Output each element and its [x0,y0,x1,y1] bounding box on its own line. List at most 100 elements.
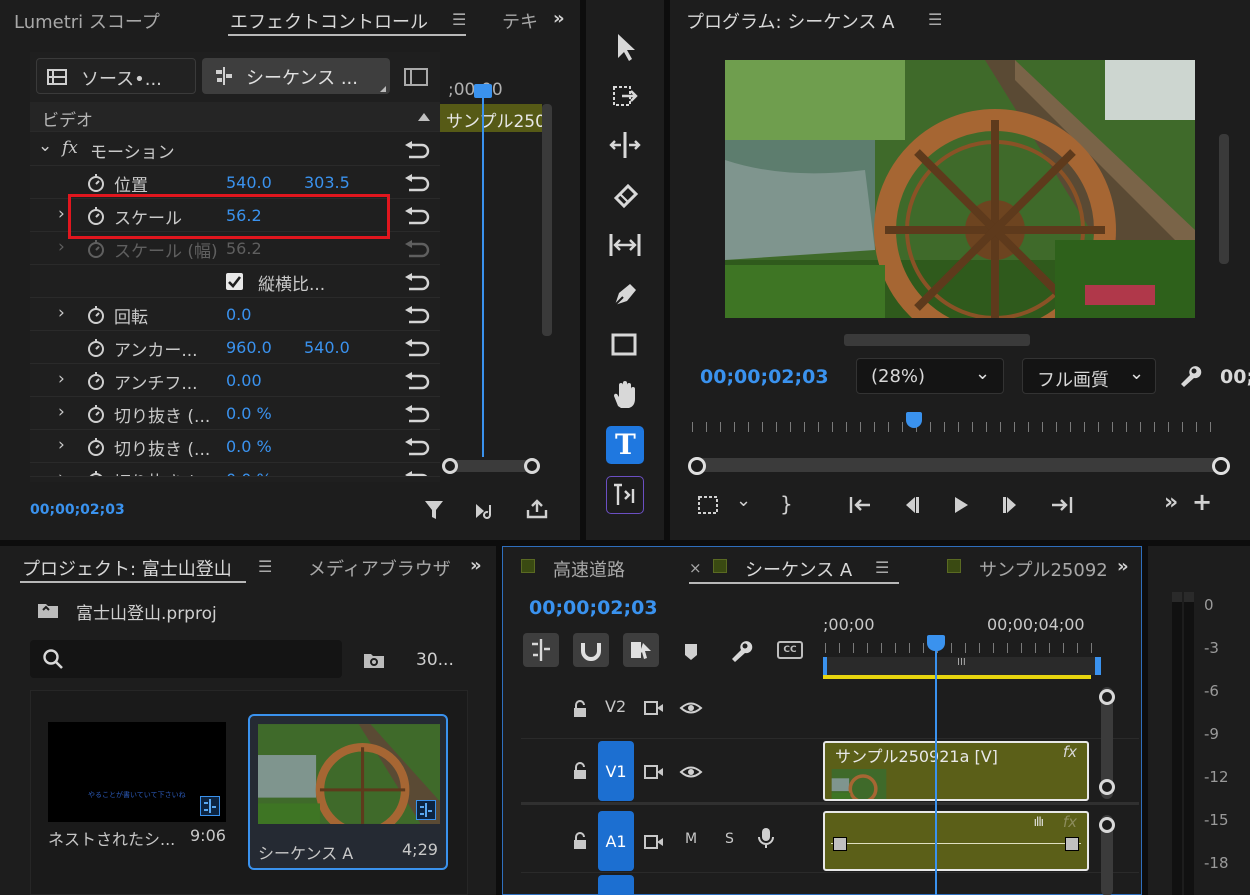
stopwatch-icon[interactable] [86,437,106,457]
program-hscroll[interactable] [844,334,1030,346]
bin-folder-icon[interactable] [36,600,60,620]
reset-icon[interactable] [404,140,430,160]
stopwatch-icon[interactable] [86,338,106,358]
captions-button[interactable]: CC [777,641,803,659]
project-item-sequence-a[interactable]: シーケンス A 4;29 [248,714,448,870]
collapse-up-icon[interactable] [418,113,430,121]
zoom-right-handle[interactable] [524,458,540,474]
property-value-1[interactable]: 0.0 % [226,404,272,423]
solo-button[interactable]: S [725,831,734,847]
work-area-right[interactable] [1095,657,1101,675]
nest-toggle-button[interactable] [523,633,559,667]
property-row[interactable]: › 切り抜き (... 0.0 % [30,430,440,463]
stopwatch-icon[interactable] [86,371,106,391]
pen-tool-icon[interactable] [606,276,644,314]
stopwatch-icon[interactable] [86,173,106,193]
reset-icon[interactable] [404,437,430,457]
type-tool-button[interactable]: T [606,426,644,464]
eye-icon[interactable] [679,763,703,781]
sync-lock-icon[interactable] [643,699,665,717]
project-menu-icon[interactable]: ☰ [258,557,272,576]
timeline-menu-icon[interactable]: ☰ [875,558,889,577]
reset-icon[interactable] [404,338,430,358]
panel-layout-icon[interactable] [404,67,428,87]
reset-icon[interactable] [404,470,430,477]
expand-chevron-icon[interactable]: › [58,468,65,476]
property-row[interactable]: 縦横比... [30,265,440,298]
property-row[interactable]: › 回転 0.0 [30,298,440,331]
property-value-2[interactable]: 303.5 [304,173,350,192]
track-target-v1[interactable]: V1 [598,741,634,801]
safe-margins-icon[interactable] [696,494,720,516]
audio-scroll-top[interactable] [1099,817,1115,833]
program-zoom-right[interactable] [1212,457,1230,475]
settings-wrench-icon[interactable] [1178,364,1202,388]
timeline-playhead-handle[interactable] [927,635,945,651]
rectangle-tool-icon[interactable] [606,326,644,364]
property-value-2[interactable]: 540.0 [304,338,350,357]
project-more-icon[interactable]: » [470,555,482,576]
v1-clip[interactable]: サンプル250921a [V] fx [823,741,1089,801]
property-value-1[interactable]: 0.0 [226,305,251,324]
reset-icon[interactable] [404,272,430,292]
lock-icon[interactable] [571,699,589,719]
property-value-1[interactable]: 0.00 [226,371,262,390]
project-item-nested[interactable]: やることが書いていて下さいね ネストされたシ... 9:06 [48,722,228,849]
mini-playhead[interactable] [482,87,484,457]
selection-tool-icon[interactable] [606,28,644,66]
step-back-icon[interactable] [900,494,922,516]
go-to-out-icon[interactable] [1048,494,1074,516]
program-menu-icon[interactable]: ☰ [928,10,942,29]
lock-icon[interactable] [571,761,589,781]
safe-margins-dropdown-icon[interactable]: ⌄ [736,490,751,511]
program-monitor-title[interactable]: プログラム: シーケンス A [686,8,894,34]
stopwatch-icon[interactable] [86,305,106,325]
program-zoom-left[interactable] [688,457,706,475]
tab-media-browser[interactable]: メディアブラウザ [308,555,458,581]
expand-chevron-icon[interactable]: › [58,303,65,323]
tab-text[interactable]: テキ [502,8,538,34]
reset-icon[interactable] [404,404,430,424]
filter-icon[interactable] [424,499,444,521]
stopwatch-icon[interactable] [86,404,106,424]
step-forward-icon[interactable] [1000,494,1022,516]
property-value-1[interactable]: 0.0 % [226,437,272,456]
sync-lock-icon[interactable] [643,763,665,781]
track-target-a1[interactable]: A1 [598,811,634,871]
play-audio-icon[interactable] [474,502,498,520]
property-row[interactable]: › アンチフ... 0.00 [30,364,440,397]
button-editor-plus-icon[interactable]: + [1192,488,1212,516]
expand-chevron-icon[interactable]: › [58,435,65,455]
expand-chevron-icon[interactable]: ⌄ [38,136,52,156]
razor-tool-icon[interactable] [606,176,644,214]
timeline-playhead-line[interactable] [935,643,937,895]
play-icon[interactable] [950,494,972,516]
mute-button[interactable]: M [685,831,697,847]
project-search-input[interactable] [74,646,330,672]
tab-highway[interactable]: 高速道路 [553,556,625,582]
reset-icon[interactable] [404,173,430,193]
more-panels-icon[interactable]: » [553,8,565,29]
snap-button[interactable] [573,633,609,667]
tab-effect-controls[interactable]: エフェクトコントロール [230,8,428,34]
property-value-1[interactable]: 540.0 [226,173,272,192]
tab-project[interactable]: プロジェクト: 富士山登山 [22,555,232,581]
program-timecode[interactable]: 00;00;02;03 [700,366,829,388]
motion-row[interactable]: ⌄ fx モーション [30,133,440,166]
export-icon[interactable] [526,498,548,520]
reset-icon[interactable] [404,371,430,391]
expand-chevron-icon[interactable]: › [58,204,65,224]
volume-line[interactable] [831,843,1081,844]
stopwatch-icon[interactable] [86,239,106,259]
slip-tool-icon[interactable] [606,226,644,264]
property-value-1[interactable]: 0.0 % [226,470,272,476]
program-zoom-bar[interactable] [696,458,1222,472]
program-vscroll[interactable] [1219,134,1229,264]
work-area-left[interactable] [823,657,827,675]
property-row[interactable]: アンカー... 960.0 540.0 [30,331,440,364]
expand-chevron-icon[interactable]: › [58,237,65,257]
quality-select[interactable]: フル画質 ⌄ [1022,358,1156,394]
timeline-more-icon[interactable]: » [1117,556,1129,577]
panel-menu-icon[interactable]: ☰ [452,10,466,29]
keyframe-left[interactable] [833,837,847,851]
